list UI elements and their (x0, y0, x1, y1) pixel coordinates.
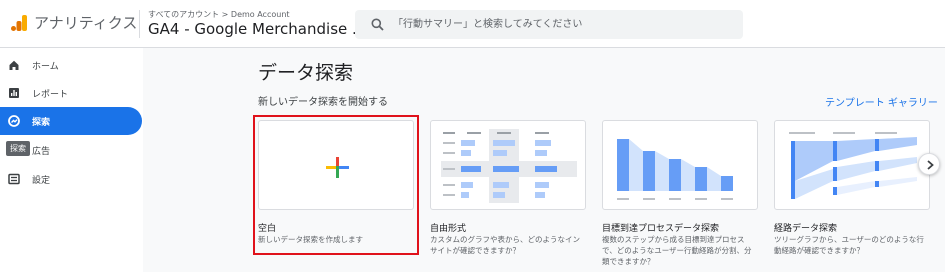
account-breadcrumb[interactable]: すべてのアカウント > Demo Account (148, 9, 290, 20)
card-thumbnail (430, 120, 586, 210)
configure-icon (8, 173, 20, 185)
nav-item-label: レポート (32, 89, 69, 100)
nav-item-reports[interactable]: レポート (0, 79, 142, 107)
nav-tooltip: 探索 (6, 141, 30, 156)
card-title: 目標到達プロセスデータ探索 (602, 224, 720, 234)
top-app-bar: アナリティクス すべてのアカウント > Demo Account GA4 - G… (0, 0, 945, 48)
card-description: ツリーグラフから、ユーザーのどのような行動経路が確認できますか？ (774, 235, 924, 255)
page-title: データ探索 (258, 62, 354, 84)
analytics-logo-icon[interactable] (10, 14, 28, 32)
chevron-right-icon (927, 160, 934, 170)
property-name: GA4 - Google Merchandise ... (148, 20, 367, 38)
card-description: 複数のステップから成る目標到達プロセスで、どのようなユーザー行動経路が分割、分類… (602, 235, 752, 266)
nav-item-label: 設定 (32, 175, 51, 186)
plus-icon (326, 157, 349, 178)
nav-item-explore[interactable]: 探索 (0, 107, 142, 135)
card-title: 空白 (258, 224, 277, 234)
nav-item-label: 探索 (32, 117, 51, 128)
nav-item-home[interactable]: ホーム (0, 51, 142, 79)
property-selector[interactable]: GA4 - Google Merchandise ...▾ (148, 20, 374, 38)
app-name: アナリティクス (34, 14, 138, 32)
card-description: 新しいデータ探索を作成します (258, 235, 363, 244)
home-icon (9, 60, 19, 70)
template-gallery-link[interactable]: テンプレート ギャラリー (825, 94, 938, 109)
table-preview-icon (441, 129, 577, 203)
explore-icon (8, 115, 20, 127)
card-thumbnail (258, 120, 414, 210)
section-heading: 新しいデータ探索を開始する (258, 97, 388, 108)
nav-item-label: 広告 (32, 146, 51, 157)
search-input[interactable] (393, 10, 733, 39)
nav-item-configure[interactable]: 設定 (0, 165, 142, 193)
nav-item-label: ホーム (32, 61, 59, 72)
search-icon (371, 18, 384, 31)
funnel-chart-icon (617, 139, 733, 200)
header-divider (139, 10, 140, 38)
card-title: 自由形式 (430, 224, 467, 234)
search-bar[interactable] (355, 10, 743, 39)
card-title: 経路データ探索 (774, 224, 838, 234)
left-navigation: ホーム レポート 探索 広告 設定 (0, 48, 143, 272)
carousel-next-button[interactable] (918, 153, 940, 175)
card-thumbnail (774, 120, 930, 210)
card-description: カスタムのグラフや表から、どのようなインサイトが確認できますか？ (430, 235, 580, 255)
card-thumbnail (602, 120, 758, 210)
path-tree-icon (789, 132, 917, 199)
reports-icon (9, 88, 19, 98)
template-card-blank[interactable]: 空白 新しいデータ探索を作成します (253, 115, 419, 255)
